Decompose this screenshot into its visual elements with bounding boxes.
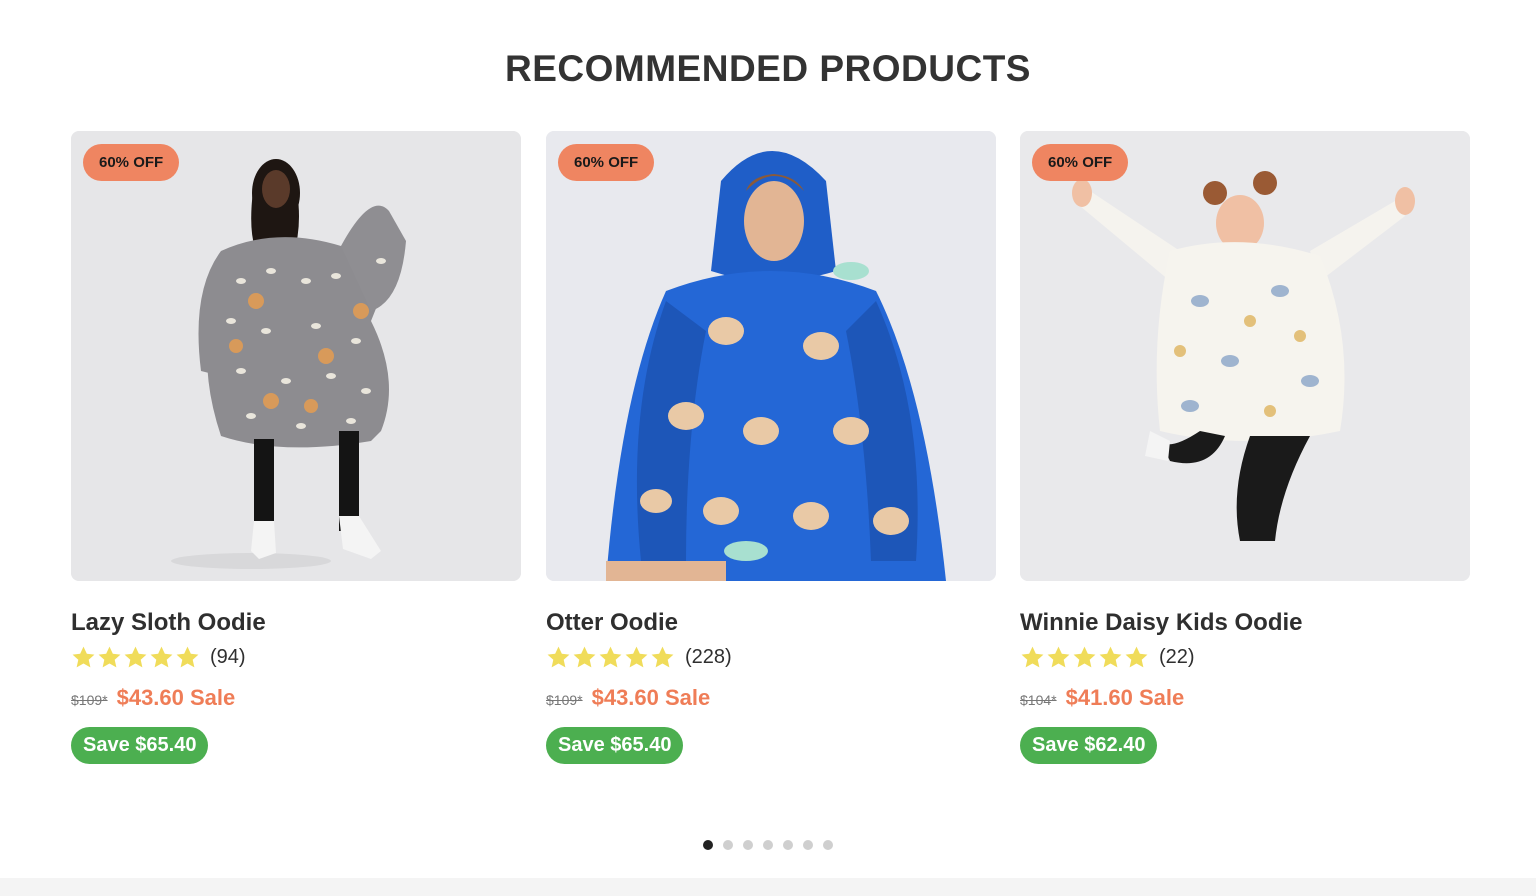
savings-badge: Save $65.40 <box>71 727 209 764</box>
original-price: $109* <box>546 692 583 708</box>
carousel-dot[interactable] <box>723 840 733 850</box>
carousel-pagination <box>0 840 1536 850</box>
carousel-dot[interactable] <box>783 840 793 850</box>
price-row: $109* $43.60 Sale <box>71 685 521 715</box>
discount-badge: 60% OFF <box>1032 144 1129 181</box>
savings-badge: Save $62.40 <box>1020 727 1158 764</box>
star-icon <box>1047 646 1070 667</box>
carousel-dot[interactable] <box>743 840 753 850</box>
product-rating: (228) <box>546 644 996 670</box>
product-carousel: 60% OFF Lazy Sloth Oodie (94) $109* $43.… <box>71 131 1471 771</box>
star-icon <box>573 646 596 667</box>
original-price: $104* <box>1020 692 1057 708</box>
star-rating <box>1020 645 1149 670</box>
product-rating: (94) <box>71 644 521 670</box>
star-icon <box>176 646 199 667</box>
product-title[interactable]: Lazy Sloth Oodie <box>71 608 521 638</box>
star-icon <box>1099 646 1122 667</box>
review-count: (22) <box>1159 645 1195 668</box>
product-card[interactable]: 60% OFF <box>546 131 996 764</box>
star-rating <box>71 645 200 670</box>
star-icon <box>124 646 147 667</box>
carousel-dot[interactable] <box>823 840 833 850</box>
product-card[interactable]: 60% OFF <box>1020 131 1470 764</box>
star-icon <box>1073 646 1096 667</box>
product-image[interactable]: 60% OFF <box>71 131 521 581</box>
sale-price: $43.60 Sale <box>116 685 236 710</box>
product-title[interactable]: Otter Oodie <box>546 608 996 638</box>
sale-price: $43.60 Sale <box>591 685 711 710</box>
product-image-winnie <box>1020 131 1470 581</box>
product-image[interactable]: 60% OFF <box>546 131 996 581</box>
star-icon <box>599 646 622 667</box>
star-icon <box>625 646 648 667</box>
product-card[interactable]: 60% OFF <box>71 131 521 764</box>
product-image-sloth <box>71 131 521 581</box>
product-image-otter <box>546 131 996 581</box>
product-image[interactable]: 60% OFF <box>1020 131 1470 581</box>
sale-price: $41.60 Sale <box>1065 685 1185 710</box>
star-rating <box>546 645 675 670</box>
review-count: (94) <box>210 645 246 668</box>
carousel-dot[interactable] <box>703 840 713 850</box>
savings-badge: Save $65.40 <box>546 727 684 764</box>
section-title: RECOMMENDED PRODUCTS <box>505 48 1031 89</box>
star-icon <box>1021 646 1044 667</box>
review-count: (228) <box>685 645 732 668</box>
carousel-dot[interactable] <box>803 840 813 850</box>
star-icon <box>150 646 173 667</box>
star-icon <box>547 646 570 667</box>
original-price: $109* <box>71 692 108 708</box>
product-title[interactable]: Winnie Daisy Kids Oodie <box>1020 608 1470 638</box>
star-icon <box>1125 646 1148 667</box>
price-row: $109* $43.60 Sale <box>546 685 996 715</box>
discount-badge: 60% OFF <box>83 144 180 181</box>
star-icon <box>72 646 95 667</box>
star-icon <box>98 646 121 667</box>
page-footer-edge <box>0 878 1536 896</box>
price-row: $104* $41.60 Sale <box>1020 685 1470 715</box>
star-icon <box>651 646 674 667</box>
discount-badge: 60% OFF <box>558 144 655 181</box>
product-rating: (22) <box>1020 644 1470 670</box>
carousel-dot[interactable] <box>763 840 773 850</box>
